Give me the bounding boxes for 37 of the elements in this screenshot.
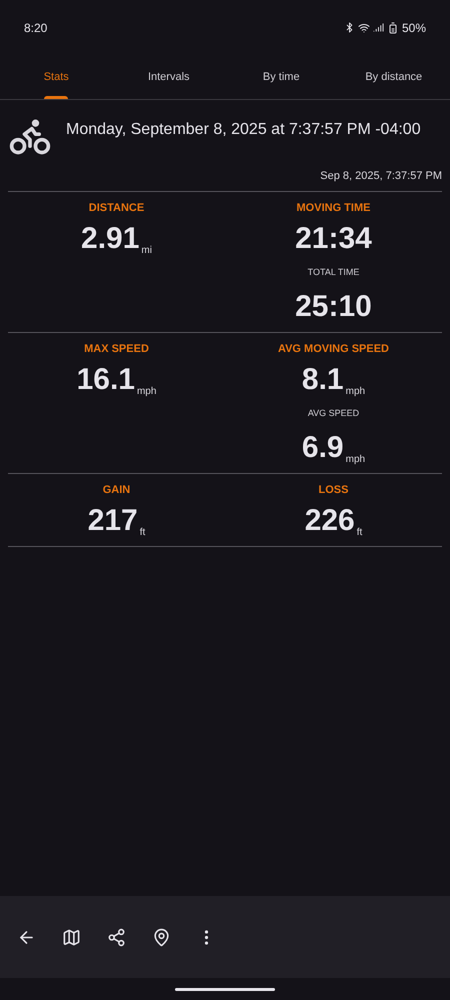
stat-unit: mi bbox=[141, 244, 152, 258]
stat-unit: mph bbox=[346, 452, 366, 466]
wifi-icon bbox=[358, 22, 370, 34]
stat-value: 25:10 bbox=[295, 292, 372, 322]
stat-label: AVG MOVING SPEED bbox=[278, 342, 390, 356]
bluetooth-icon bbox=[344, 22, 355, 33]
stat-value: 217 bbox=[88, 506, 138, 536]
battery-level: 50% bbox=[402, 20, 426, 36]
tab[interactable]: By time bbox=[225, 55, 338, 99]
tab[interactable]: By distance bbox=[338, 55, 450, 99]
stat-unit: ft bbox=[356, 526, 362, 540]
share-icon[interactable] bbox=[107, 928, 126, 946]
stat-label: MOVING TIME bbox=[296, 200, 370, 216]
stat-value: 6.9 bbox=[302, 432, 344, 462]
battery-icon bbox=[386, 22, 399, 34]
stat-value: 2.91 bbox=[81, 224, 140, 254]
location-pin-icon[interactable] bbox=[152, 928, 171, 946]
stat-unit: mph bbox=[346, 385, 366, 399]
stat-sublabel: AVG SPEED bbox=[308, 407, 360, 420]
home-indicator[interactable] bbox=[175, 988, 275, 990]
timestamp: Sep 8, 2025, 7:37:57 PM bbox=[320, 169, 442, 184]
stat-value: 8.1 bbox=[302, 365, 344, 395]
stat-label: LOSS bbox=[318, 482, 348, 498]
activity-title: Monday, September 8, 2025 at 7:37:57 PM -04:00 bbox=[66, 120, 421, 140]
stat-value: 21:34 bbox=[295, 224, 372, 254]
stat-unit: mph bbox=[136, 385, 156, 399]
tab[interactable]: Intervals bbox=[112, 55, 225, 99]
stat-label: DISTANCE bbox=[88, 200, 144, 216]
stat-label: GAIN bbox=[102, 482, 130, 498]
tab[interactable]: Stats bbox=[0, 55, 112, 99]
stat-value: 16.1 bbox=[76, 365, 135, 395]
map-icon[interactable] bbox=[62, 928, 81, 946]
status-time: 8:20 bbox=[24, 20, 48, 36]
stat-sublabel: TOTAL TIME bbox=[308, 266, 360, 279]
stat-label: MAX SPEED bbox=[84, 342, 149, 356]
stat-value: 226 bbox=[304, 506, 355, 536]
stat-unit: ft bbox=[140, 526, 146, 540]
